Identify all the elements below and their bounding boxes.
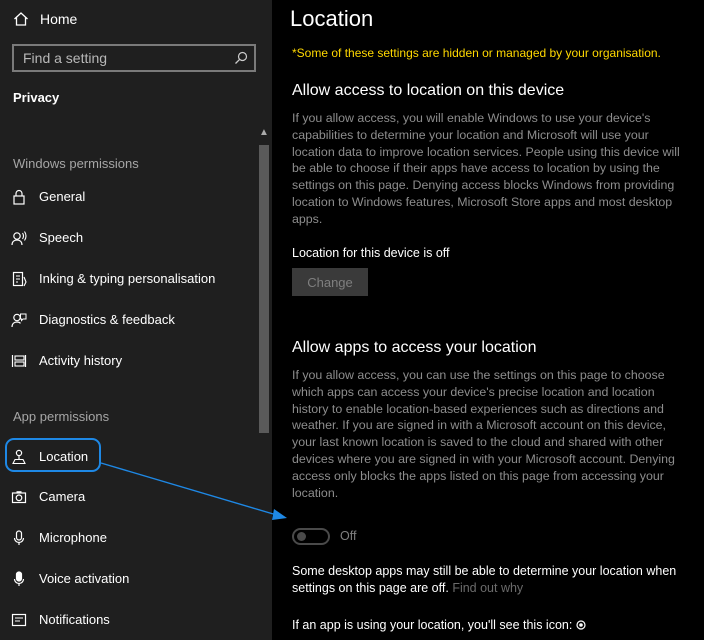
windows-permissions-heading: Windows permissions: [13, 156, 139, 171]
home-icon: [13, 11, 29, 27]
sidebar-item-label: Location: [39, 449, 89, 464]
location-icon: [11, 449, 27, 465]
activity-icon: [11, 353, 27, 369]
device-access-description: If you allow access, you will enable Win…: [292, 111, 680, 226]
microphone-icon: [11, 530, 27, 546]
sidebar-item-label: Notifications: [39, 612, 110, 627]
home-label: Home: [40, 11, 78, 27]
sidebar-item-label: General: [39, 189, 86, 204]
sidebar-item-speech[interactable]: Speech: [0, 222, 260, 254]
toggle-knob: [297, 532, 306, 541]
home-nav-item[interactable]: Home: [0, 6, 272, 32]
speech-icon: [11, 230, 27, 246]
main-content: Location *Some of these settings are hid…: [272, 0, 704, 640]
breadcrumb: Privacy: [13, 90, 60, 105]
sidebar-scrollbar[interactable]: [259, 145, 269, 433]
voice-icon: [11, 571, 27, 587]
find-out-why-link[interactable]: Find out why: [452, 581, 523, 595]
apps-access-heading: Allow apps to access your location: [292, 339, 537, 356]
device-access-heading: Allow access to location on this device: [292, 82, 565, 99]
scroll-up-arrow-icon[interactable]: ▲: [259, 127, 269, 138]
sidebar-item-inking-typing[interactable]: Inking & typing personalisation: [0, 263, 260, 295]
camera-icon: [11, 489, 27, 505]
change-button[interactable]: Change: [292, 268, 368, 296]
sidebar-item-activity-history[interactable]: Activity history: [0, 345, 260, 377]
search-input[interactable]: [14, 46, 233, 70]
sidebar-item-camera[interactable]: Camera: [0, 481, 260, 513]
page-title: Location: [290, 6, 374, 31]
sidebar-item-label: Microphone: [39, 530, 107, 545]
sidebar-item-label: Inking & typing personalisation: [39, 271, 216, 286]
managed-notice: *Some of these settings are hidden or ma…: [292, 46, 661, 60]
sidebar-item-general[interactable]: General: [0, 181, 260, 213]
sidebar-item-microphone[interactable]: Microphone: [0, 522, 260, 554]
location-icon-note-text: If an app is using your location, you'll…: [292, 618, 573, 632]
location-icon-note: If an app is using your location, you'll…: [292, 618, 586, 632]
sidebar-item-label: Diagnostics & feedback: [39, 312, 175, 327]
sidebar: Home Privacy ▲ Windows permissions Gener…: [0, 0, 272, 640]
device-location-status: Location for this device is off: [292, 246, 450, 260]
toggle-state-label: Off: [340, 529, 357, 543]
location-in-use-icon: [576, 619, 586, 630]
sidebar-item-notifications[interactable]: Notifications: [0, 604, 260, 636]
notifications-icon: [11, 612, 27, 628]
sidebar-item-label: Camera: [39, 489, 86, 504]
inking-icon: [11, 271, 27, 287]
sidebar-item-label: Speech: [39, 230, 84, 245]
sidebar-item-diagnostics[interactable]: Diagnostics & feedback: [0, 304, 260, 336]
location-toggle[interactable]: [292, 528, 330, 545]
apps-access-description: If you allow access, you can use the set…: [292, 368, 675, 500]
desktop-apps-note: Some desktop apps may still be able to d…: [292, 563, 692, 597]
app-permissions-heading: App permissions: [13, 409, 110, 424]
lock-icon: [11, 189, 27, 205]
sidebar-item-voice-activation[interactable]: Voice activation: [0, 563, 260, 595]
sidebar-item-label: Voice activation: [39, 571, 130, 586]
sidebar-item-location[interactable]: Location: [0, 441, 260, 473]
search-box[interactable]: [12, 44, 256, 72]
feedback-icon: [11, 312, 27, 328]
sidebar-item-label: Activity history: [39, 353, 123, 368]
search-icon[interactable]: [234, 51, 248, 65]
